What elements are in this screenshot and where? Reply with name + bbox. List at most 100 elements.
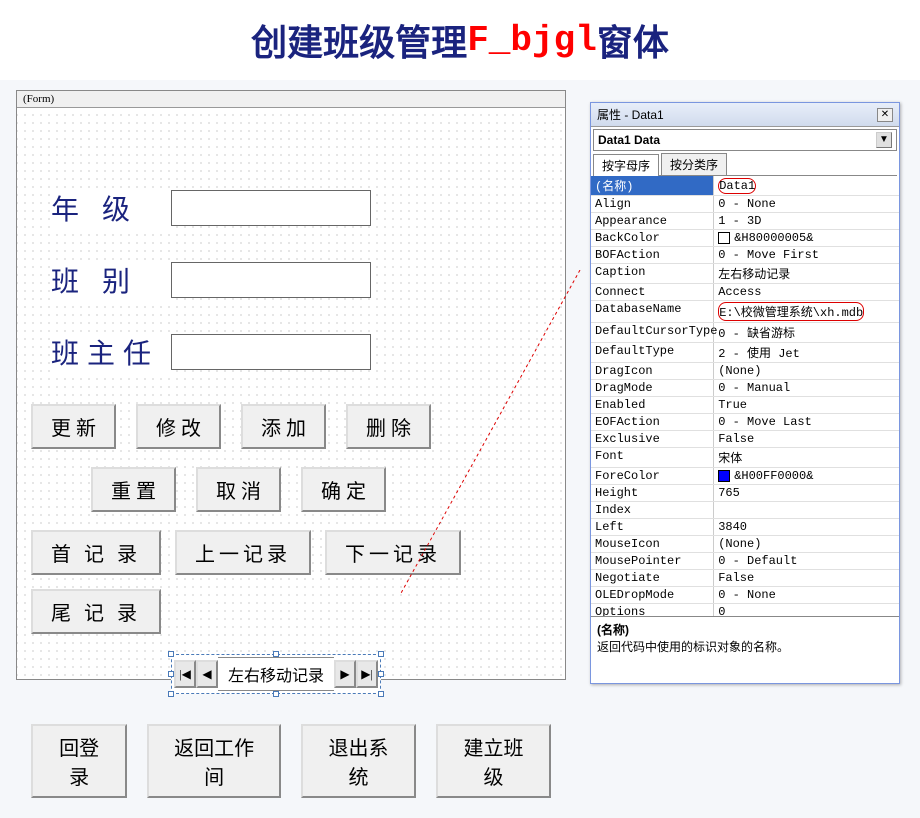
tab-categorized[interactable]: 按分类序 bbox=[661, 153, 727, 175]
resize-handle[interactable] bbox=[378, 691, 384, 697]
resize-handle[interactable] bbox=[378, 651, 384, 657]
property-value[interactable]: 3840 bbox=[714, 519, 899, 535]
property-row[interactable]: EOFAction0 - Move Last bbox=[591, 414, 899, 431]
nav-last-icon[interactable]: ▶| bbox=[356, 660, 378, 688]
property-value[interactable]: 宋体 bbox=[714, 448, 899, 467]
reset-button[interactable]: 重 置 bbox=[91, 467, 176, 512]
color-swatch-icon bbox=[718, 232, 730, 244]
resize-handle[interactable] bbox=[168, 671, 174, 677]
back-workspace-button[interactable]: 返回工作间 bbox=[147, 724, 281, 798]
property-row[interactable]: ForeColor&H00FF0000& bbox=[591, 468, 899, 485]
property-value[interactable]: False bbox=[714, 431, 899, 447]
next-record-button[interactable]: 下一记录 bbox=[325, 530, 461, 575]
last-record-button[interactable]: 尾 记 录 bbox=[31, 589, 161, 634]
confirm-button[interactable]: 确 定 bbox=[301, 467, 386, 512]
property-value[interactable]: 1 - 3D bbox=[714, 213, 899, 229]
property-value[interactable]: 0 - Move Last bbox=[714, 414, 899, 430]
property-row[interactable]: MouseIcon(None) bbox=[591, 536, 899, 553]
modify-button[interactable]: 修 改 bbox=[136, 404, 221, 449]
resize-handle[interactable] bbox=[378, 671, 384, 677]
property-value[interactable]: 0 - Default bbox=[714, 553, 899, 569]
nav-first-icon[interactable]: |◀ bbox=[174, 660, 196, 688]
property-value[interactable]: 0 - 缺省游标 bbox=[714, 323, 899, 342]
update-button[interactable]: 更 新 bbox=[31, 404, 116, 449]
property-name: MousePointer bbox=[591, 553, 714, 569]
close-icon[interactable]: ✕ bbox=[877, 108, 893, 122]
property-row[interactable]: NegotiateFalse bbox=[591, 570, 899, 587]
property-value[interactable]: (None) bbox=[714, 536, 899, 552]
first-record-button[interactable]: 首 记 录 bbox=[31, 530, 161, 575]
property-value[interactable]: &H80000005& bbox=[714, 230, 899, 246]
property-value[interactable]: 0 - None bbox=[714, 587, 899, 603]
resize-handle[interactable] bbox=[168, 691, 174, 697]
property-row[interactable]: EnabledTrue bbox=[591, 397, 899, 414]
property-name: EOFAction bbox=[591, 414, 714, 430]
resize-handle[interactable] bbox=[273, 651, 279, 657]
property-name: OLEDropMode bbox=[591, 587, 714, 603]
property-value[interactable]: &H00FF0000& bbox=[714, 468, 899, 484]
property-row[interactable]: DatabaseNameE:\校微管理系统\xh.mdb bbox=[591, 301, 899, 323]
property-row[interactable]: Options0 bbox=[591, 604, 899, 616]
property-name: Enabled bbox=[591, 397, 714, 413]
exit-button[interactable]: 退出系统 bbox=[301, 724, 416, 798]
property-row[interactable]: ConnectAccess bbox=[591, 284, 899, 301]
add-button[interactable]: 添 加 bbox=[241, 404, 326, 449]
property-row[interactable]: OLEDropMode0 - None bbox=[591, 587, 899, 604]
desc-text: 返回代码中使用的标识对象的名称。 bbox=[597, 638, 893, 655]
property-name: Left bbox=[591, 519, 714, 535]
property-value[interactable]: False bbox=[714, 570, 899, 586]
property-value[interactable]: (None) bbox=[714, 363, 899, 379]
property-row[interactable]: MousePointer0 - Default bbox=[591, 553, 899, 570]
property-row[interactable]: Left3840 bbox=[591, 519, 899, 536]
property-row[interactable]: BOFAction0 - Move First bbox=[591, 247, 899, 264]
input-grade[interactable] bbox=[171, 190, 371, 226]
resize-handle[interactable] bbox=[168, 651, 174, 657]
property-row[interactable]: Align0 - None bbox=[591, 196, 899, 213]
property-value[interactable]: 0 - Manual bbox=[714, 380, 899, 396]
prev-record-button[interactable]: 上一记录 bbox=[175, 530, 311, 575]
property-row[interactable]: Font宋体 bbox=[591, 448, 899, 468]
property-row[interactable]: DefaultCursorType0 - 缺省游标 bbox=[591, 323, 899, 343]
properties-panel: 属性 - Data1 ✕ Data1 Data ▼ 按字母序 按分类序 (名称)… bbox=[590, 102, 900, 684]
back-login-button[interactable]: 回登录 bbox=[31, 724, 127, 798]
property-value[interactable]: 2 - 使用 Jet bbox=[714, 343, 899, 362]
resize-handle[interactable] bbox=[273, 691, 279, 697]
nav-next-icon[interactable]: ▶ bbox=[334, 660, 356, 688]
property-row[interactable]: (名称)Data1 bbox=[591, 176, 899, 196]
property-row[interactable]: ExclusiveFalse bbox=[591, 431, 899, 448]
property-value[interactable]: Access bbox=[714, 284, 899, 300]
property-row[interactable]: BackColor&H80000005& bbox=[591, 230, 899, 247]
cancel-button[interactable]: 取 消 bbox=[196, 467, 281, 512]
data-control[interactable]: |◀ ◀ 左右移动记录 ▶ ▶| bbox=[171, 654, 381, 694]
property-row[interactable]: DragMode0 - Manual bbox=[591, 380, 899, 397]
property-value[interactable]: 左右移动记录 bbox=[714, 264, 899, 283]
property-value[interactable]: True bbox=[714, 397, 899, 413]
input-teacher[interactable] bbox=[171, 334, 371, 370]
delete-button[interactable]: 删 除 bbox=[346, 404, 431, 449]
property-value[interactable]: 0 - Move First bbox=[714, 247, 899, 263]
property-row[interactable]: Caption左右移动记录 bbox=[591, 264, 899, 284]
property-name: DatabaseName bbox=[591, 301, 714, 322]
property-value[interactable]: E:\校微管理系统\xh.mdb bbox=[714, 301, 899, 322]
input-class[interactable] bbox=[171, 262, 371, 298]
property-name: Align bbox=[591, 196, 714, 212]
property-row[interactable]: Height765 bbox=[591, 485, 899, 502]
nav-prev-icon[interactable]: ◀ bbox=[196, 660, 218, 688]
property-name: BOFAction bbox=[591, 247, 714, 263]
property-row[interactable]: DefaultType2 - 使用 Jet bbox=[591, 343, 899, 363]
property-row[interactable]: Appearance1 - 3D bbox=[591, 213, 899, 230]
property-row[interactable]: Index bbox=[591, 502, 899, 519]
property-value[interactable]: Data1 bbox=[714, 176, 899, 195]
property-value[interactable]: 0 bbox=[714, 604, 899, 616]
property-value[interactable]: 0 - None bbox=[714, 196, 899, 212]
property-value-text: (None) bbox=[718, 537, 761, 551]
property-row[interactable]: DragIcon(None) bbox=[591, 363, 899, 380]
create-class-button[interactable]: 建立班级 bbox=[436, 724, 551, 798]
tab-alphabetic[interactable]: 按字母序 bbox=[593, 154, 659, 176]
property-value[interactable] bbox=[714, 502, 899, 518]
form-designer[interactable]: (Form) 年 级 班 别 班主任 更 新 修 改 添 加 删 除 重 置 取… bbox=[16, 90, 566, 680]
property-name: Appearance bbox=[591, 213, 714, 229]
property-value[interactable]: 765 bbox=[714, 485, 899, 501]
properties-grid[interactable]: (名称)Data1Align0 - NoneAppearance1 - 3DBa… bbox=[591, 176, 899, 616]
object-dropdown[interactable]: Data1 Data ▼ bbox=[593, 129, 897, 151]
